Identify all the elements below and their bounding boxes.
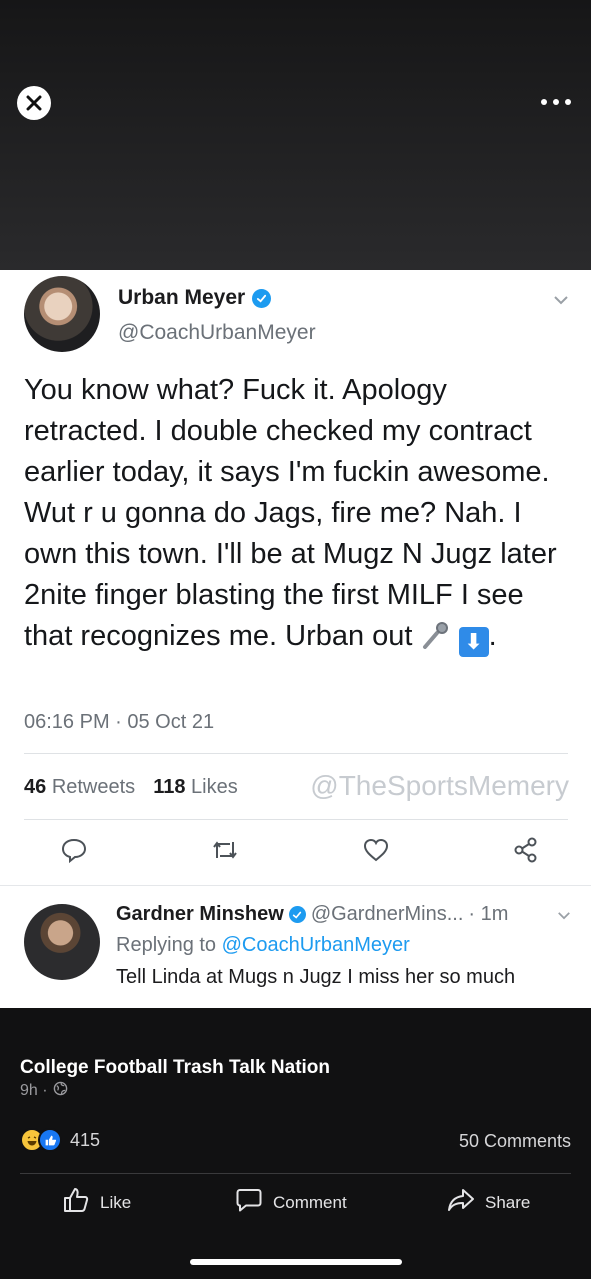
divider xyxy=(24,819,568,820)
likes-stat: 118 Likes xyxy=(153,776,238,799)
share-label: Share xyxy=(485,1192,531,1212)
chevron-down-icon xyxy=(557,907,571,925)
comment-bubble-icon xyxy=(235,1186,263,1219)
share-button[interactable]: Share xyxy=(447,1186,530,1219)
tweet-body: You know what? Fuck it. Apology retracte… xyxy=(24,370,564,657)
share-arrow-icon xyxy=(447,1186,475,1219)
share-nodes-icon xyxy=(512,836,540,864)
retweets-stat: 46 Retweets xyxy=(24,776,135,799)
tweet-author-avatar xyxy=(24,276,100,352)
reply-author-avatar xyxy=(24,904,100,980)
microphone-emoji-icon xyxy=(421,620,451,649)
tweet-author-handle: @CoachUrbanMeyer xyxy=(118,321,316,344)
globe-icon xyxy=(53,1081,68,1101)
divider xyxy=(20,1173,571,1174)
reply-author-name: Gardner Minshew xyxy=(116,903,284,925)
tweet-text: You know what? Fuck it. Apology retracte… xyxy=(24,374,557,652)
group-name[interactable]: College Football Trash Talk Nation xyxy=(20,1057,330,1079)
comments-count[interactable]: 50 Comments xyxy=(459,1131,571,1152)
verified-badge-icon xyxy=(252,288,272,308)
reply-icon xyxy=(60,836,88,864)
likes-label: Likes xyxy=(191,776,238,798)
reaction-count: 415 xyxy=(70,1129,101,1150)
tweet-timestamp: 06:16 PM · 05 Oct 21 xyxy=(24,711,215,733)
divider xyxy=(0,885,591,886)
post-actions: Like Comment Share xyxy=(0,1186,591,1222)
photo-viewer-header xyxy=(0,0,591,270)
home-indicator[interactable] xyxy=(190,1259,402,1265)
heart-icon xyxy=(362,836,390,864)
reply-author-handle: @GardnerMins... xyxy=(310,903,464,925)
close-icon[interactable] xyxy=(17,86,51,120)
replying-mention: @CoachUrbanMeyer xyxy=(221,934,410,956)
likes-count: 118 xyxy=(153,776,186,798)
like-button[interactable]: Like xyxy=(62,1186,131,1219)
retweets-label: Retweets xyxy=(51,776,136,798)
tweet-actions xyxy=(60,836,540,864)
retweet-icon xyxy=(210,836,240,864)
post-time: 9h · xyxy=(20,1082,48,1099)
tweet-screenshot[interactable]: Urban Meyer @CoachUrbanMeyer You know wh… xyxy=(0,270,591,1008)
tweet-author-name-row: Urban Meyer xyxy=(118,286,272,310)
like-reaction-icon xyxy=(38,1128,62,1152)
comment-button[interactable]: Comment xyxy=(235,1186,347,1219)
reply-header: Gardner Minshew @GardnerMins... · 1m xyxy=(116,903,508,926)
tweet-author-name: Urban Meyer xyxy=(118,286,246,309)
reply-time: · 1m xyxy=(468,903,509,925)
divider xyxy=(24,753,568,754)
replying-prefix: Replying to xyxy=(116,934,217,956)
thumbs-up-icon xyxy=(62,1186,90,1219)
tweet-stats: 46 Retweets 118 Likes xyxy=(24,776,238,799)
verified-badge-icon xyxy=(288,906,306,923)
replying-to-line: Replying to @CoachUrbanMeyer xyxy=(116,934,410,957)
down-arrow-emoji-icon: ⬇ xyxy=(458,627,489,657)
post-meta: 9h · xyxy=(20,1081,68,1101)
tweet-text-end: . xyxy=(488,620,497,652)
reply-text: Tell Linda at Mugs n Jugz I miss her so … xyxy=(116,966,516,988)
retweets-count: 46 xyxy=(24,776,47,798)
more-options-icon[interactable] xyxy=(541,94,571,110)
chevron-down-icon xyxy=(553,292,569,310)
comment-label: Comment xyxy=(273,1192,347,1212)
watermark: @TheSportsMemery xyxy=(310,770,569,801)
reactions-summary[interactable]: 415 xyxy=(20,1128,100,1152)
like-label: Like xyxy=(100,1192,132,1212)
